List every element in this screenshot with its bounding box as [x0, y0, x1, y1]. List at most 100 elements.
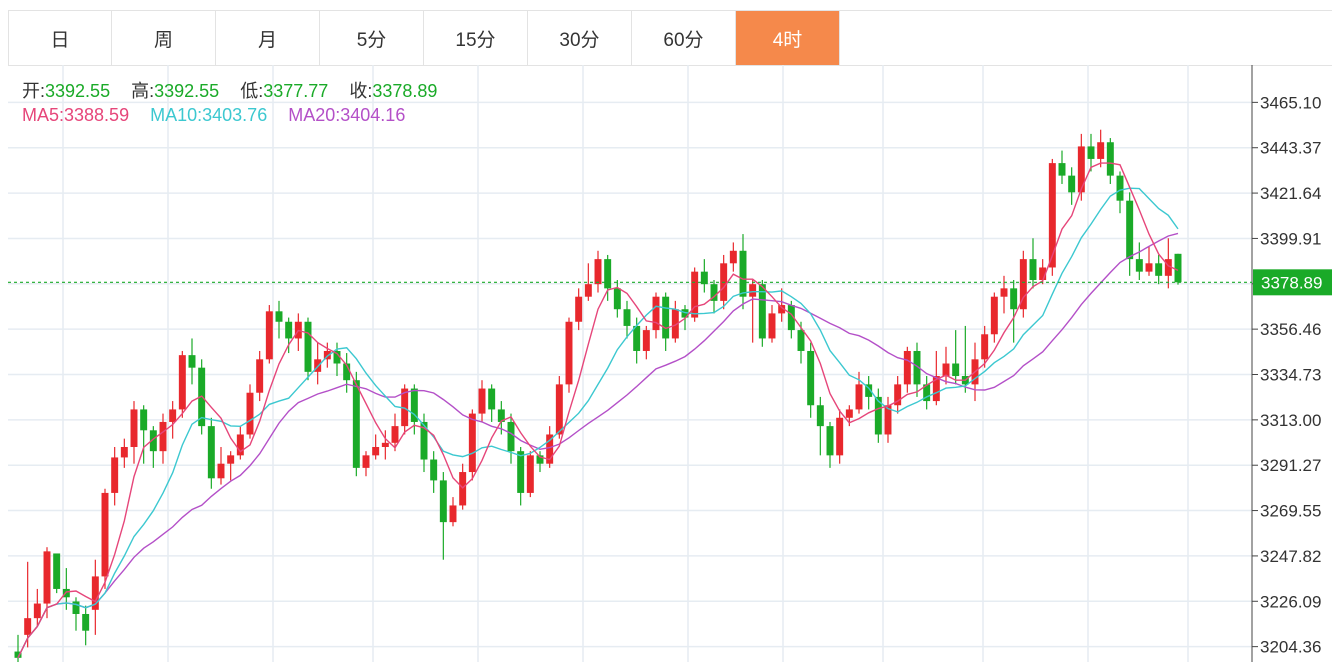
candle-body [990, 296, 998, 335]
tab-0[interactable]: 日 [8, 11, 112, 65]
candle-body [507, 421, 515, 452]
candle-body [430, 459, 438, 481]
candle-body [1048, 163, 1056, 268]
tab-4[interactable]: 15分 [424, 11, 528, 65]
candle-body [53, 553, 61, 589]
candle-body [120, 446, 128, 458]
candle-body [381, 442, 389, 447]
candle-body [1058, 163, 1066, 176]
open-value: 3392.55 [45, 81, 111, 101]
candle-body [642, 330, 650, 351]
candle-body [82, 613, 90, 631]
candle-body [33, 603, 41, 619]
low-value: 3377.77 [263, 81, 329, 101]
candle-body [24, 618, 32, 635]
period-tab-bar: 日周月 5分 15分 30分 60分 4时 [8, 10, 1332, 66]
tab-6[interactable]: 60分 [632, 11, 736, 65]
candle-body [836, 417, 844, 456]
candle-body [555, 384, 563, 435]
ma-readout: MA5:3388.59 MA10:3403.76 MA20:3404.16 [22, 105, 421, 126]
candle-body [981, 334, 989, 360]
candle-body [217, 463, 225, 479]
candle-body [207, 426, 215, 479]
candle-body [246, 392, 254, 435]
low-label: 低: [240, 81, 264, 101]
candle-body [111, 457, 119, 493]
candle-body [1116, 175, 1124, 201]
candle-body [275, 311, 283, 322]
candle-body [1155, 263, 1163, 276]
tab-2[interactable]: 月 [216, 11, 320, 65]
candle-body [1174, 253, 1182, 283]
y-tick-label: 3247.82 [1260, 547, 1321, 566]
candle-body [43, 551, 51, 604]
candle-body [1029, 259, 1037, 281]
candle-body [652, 296, 660, 331]
ma10-value: 3403.76 [202, 105, 268, 125]
tab-7[interactable]: 4时 [736, 11, 840, 65]
candle-body [352, 380, 360, 468]
ohlc-readout: 开:3392.55 高:3392.55 低:3377.77 收:3378.89 [22, 77, 453, 103]
candle-body [517, 451, 525, 493]
tab-1[interactable]: 周 [112, 11, 216, 65]
current-price-label: 3378.89 [1261, 273, 1322, 292]
candle-body [903, 350, 911, 385]
ma10-label: MA10: [150, 105, 203, 125]
candlestick-chart-svg[interactable]: 3465.103443.373421.643399.913378.183356.… [8, 65, 1332, 662]
candle-body [942, 363, 950, 377]
candle-body [169, 409, 177, 422]
candle-body [1106, 142, 1114, 176]
open-label: 开: [22, 81, 46, 101]
candle-body [749, 284, 757, 297]
candle-body [729, 250, 737, 264]
candle-body [159, 421, 167, 452]
y-tick-label: 3291.27 [1260, 456, 1321, 475]
candle-body [768, 313, 776, 339]
tab-5[interactable]: 30分 [528, 11, 632, 65]
candle-body [130, 409, 138, 447]
candle-body [449, 505, 457, 523]
high-label: 高: [131, 81, 155, 101]
candle-body [265, 311, 273, 360]
y-tick-label: 3313.00 [1260, 411, 1321, 430]
candle-body [362, 455, 370, 468]
candle-body [178, 355, 186, 410]
candle-body [1135, 259, 1143, 272]
y-tick-label: 3356.46 [1260, 320, 1321, 339]
y-tick-label: 3465.10 [1260, 93, 1321, 112]
candle-body [1010, 288, 1018, 310]
candle-body [816, 405, 824, 427]
candle-body [227, 455, 235, 464]
close-label: 收: [349, 81, 373, 101]
candle-body [391, 426, 399, 443]
candle-body [1000, 288, 1008, 297]
candle-body [826, 426, 834, 456]
ma5-label: MA5: [22, 105, 65, 125]
y-tick-label: 3399.91 [1260, 229, 1321, 248]
y-tick-label: 3226.09 [1260, 592, 1321, 611]
candle-body [478, 388, 486, 414]
candle-body [304, 321, 312, 372]
candle-body [1077, 146, 1085, 193]
candle-body [439, 480, 447, 523]
kline-chart[interactable]: 3465.103443.373421.643399.913378.183356.… [8, 65, 1332, 662]
candle-body [604, 259, 612, 289]
candle-body [1145, 263, 1153, 272]
candle-body [140, 409, 148, 431]
candle-body [633, 325, 641, 351]
candle-body [1068, 175, 1076, 193]
ma5-value: 3388.59 [64, 105, 130, 125]
candle-body [188, 355, 196, 368]
candle-body [101, 492, 109, 577]
candle-body [807, 350, 815, 406]
close-value: 3378.89 [372, 81, 438, 101]
tab-3[interactable]: 5分 [320, 11, 424, 65]
high-value: 3392.55 [154, 81, 220, 101]
candle-body [662, 296, 670, 339]
candle-body [488, 388, 496, 410]
candle-body [565, 321, 573, 385]
candle-body [1087, 146, 1095, 159]
candle-body [285, 321, 293, 339]
y-tick-label: 3269.55 [1260, 502, 1321, 521]
y-tick-label: 3204.36 [1260, 638, 1321, 657]
